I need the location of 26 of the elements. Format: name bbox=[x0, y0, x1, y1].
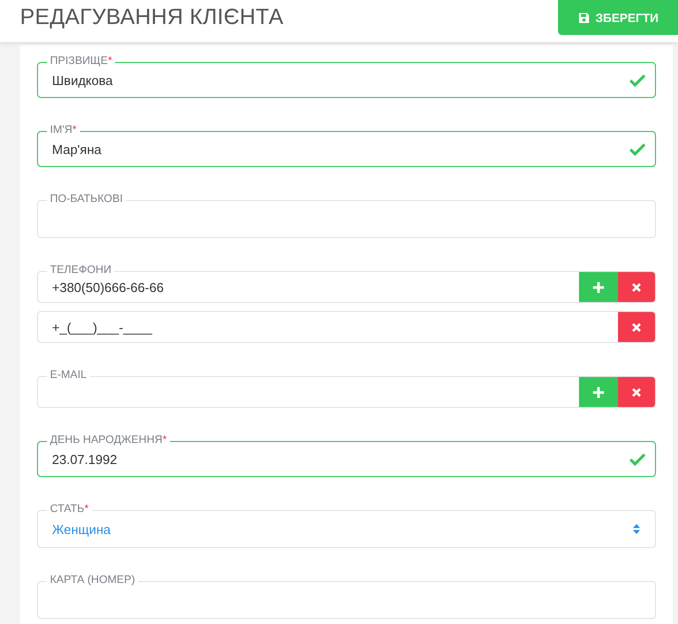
add-button[interactable] bbox=[579, 377, 618, 407]
remove-button[interactable] bbox=[618, 377, 655, 407]
page-title: РЕДАГУВАННЯ КЛІЄНТА bbox=[19, 3, 284, 30]
field-value: Мар'яна bbox=[51, 140, 102, 159]
field-value: Швидкова bbox=[51, 72, 114, 90]
sort-arrows-icon bbox=[633, 524, 640, 534]
plus-icon bbox=[593, 282, 604, 292]
input-field[interactable] bbox=[37, 376, 656, 408]
input-field[interactable]: +_(___)___-____ bbox=[37, 311, 656, 343]
field-value: +380(50)666-66-66 bbox=[51, 278, 165, 297]
field-label: ПРІЗВИЩЕ* bbox=[47, 54, 116, 68]
field-label: КАРТА (НОМЕР) bbox=[47, 573, 138, 587]
checkmark-icon bbox=[629, 452, 646, 466]
add-button[interactable] bbox=[579, 272, 618, 302]
plus-icon bbox=[593, 386, 604, 398]
close-icon bbox=[632, 388, 641, 396]
checkmark-icon bbox=[629, 74, 646, 86]
remove-button[interactable] bbox=[618, 312, 655, 342]
field-label: ДЕНЬ НАРОДЖЕННЯ* bbox=[47, 433, 170, 447]
close-icon bbox=[632, 322, 641, 332]
field-value: Женщина bbox=[51, 520, 112, 539]
field-value: 23.07.1992 bbox=[51, 450, 118, 468]
checkmark-icon bbox=[629, 142, 646, 156]
remove-button[interactable] bbox=[618, 272, 655, 302]
field-value: +_(___)___-____ bbox=[51, 318, 154, 337]
close-icon bbox=[632, 282, 641, 292]
